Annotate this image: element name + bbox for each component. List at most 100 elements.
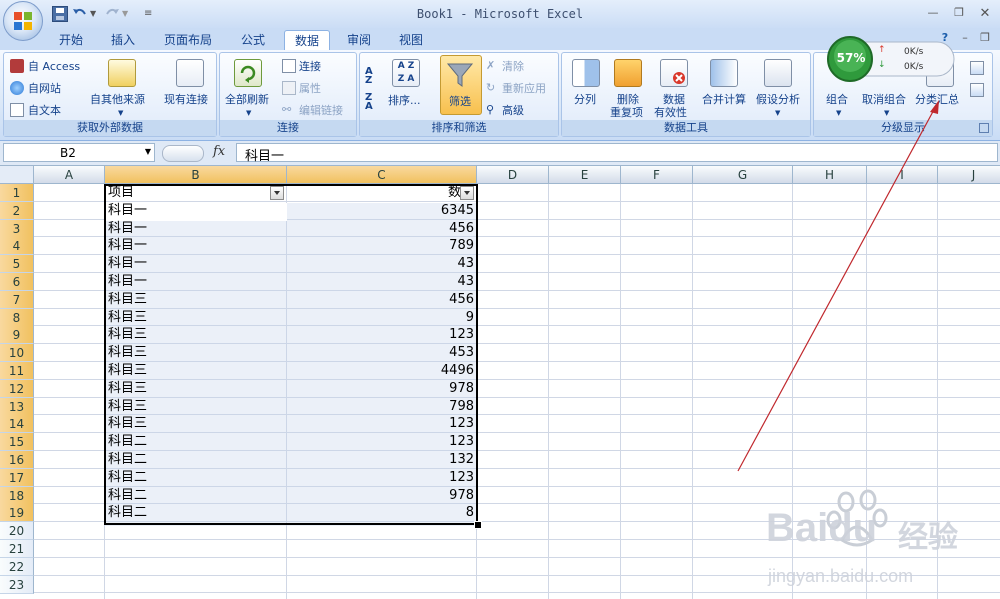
advanced-filter-icon: ⚲ bbox=[486, 103, 495, 116]
name-box[interactable]: B2 ▼ bbox=[3, 143, 155, 162]
column-header-G[interactable]: G bbox=[693, 166, 793, 184]
minimize-icon[interactable]: — bbox=[924, 6, 942, 22]
select-all-corner[interactable] bbox=[0, 166, 34, 184]
column-header-C[interactable]: C bbox=[287, 166, 477, 184]
row-header-1[interactable]: 1 bbox=[0, 184, 34, 202]
column-header-F[interactable]: F bbox=[621, 166, 693, 184]
row-header-14[interactable]: 14 bbox=[0, 415, 34, 434]
from-access-button[interactable]: 自 Access bbox=[28, 60, 80, 74]
advanced-button[interactable]: 高级 bbox=[502, 104, 524, 118]
row-header-8[interactable]: 8 bbox=[0, 308, 34, 327]
group-dropdown-icon[interactable]: ▼ bbox=[836, 106, 841, 120]
column-header-B[interactable]: B bbox=[105, 166, 287, 184]
consolidate-button[interactable]: 合并计算 bbox=[702, 93, 746, 107]
row-header-9[interactable]: 9 bbox=[0, 326, 34, 345]
group-button[interactable]: 组合 bbox=[826, 93, 848, 107]
other-sources-button[interactable]: 自其他来源 bbox=[90, 93, 145, 107]
ungroup-button[interactable]: 取消组合 bbox=[862, 93, 906, 107]
row-header-22[interactable]: 22 bbox=[0, 557, 34, 576]
tab-5[interactable]: 审阅 bbox=[340, 30, 378, 50]
column-header-A[interactable]: A bbox=[34, 166, 105, 184]
what-if-button[interactable]: 假设分析 bbox=[756, 93, 800, 107]
row-header-4[interactable]: 4 bbox=[0, 237, 34, 256]
tab-4[interactable]: 数据 bbox=[284, 30, 330, 50]
restore-icon[interactable]: ❐ bbox=[950, 6, 968, 22]
fill-handle[interactable] bbox=[474, 521, 482, 529]
filter-button[interactable]: 筛选 bbox=[449, 95, 471, 109]
workbook-minimize-icon[interactable]: – bbox=[956, 31, 974, 47]
refresh-dropdown-icon[interactable]: ▼ bbox=[246, 106, 251, 120]
sort-button[interactable]: 排序... bbox=[388, 94, 421, 108]
formula-bar-splitter[interactable] bbox=[162, 145, 204, 162]
refresh-all-button[interactable]: 全部刷新 bbox=[225, 93, 269, 107]
consolidate-icon bbox=[710, 59, 738, 87]
row-header-16[interactable]: 16 bbox=[0, 451, 34, 469]
column-header-J[interactable]: J bbox=[938, 166, 1000, 184]
row-header-13[interactable]: 13 bbox=[0, 397, 34, 416]
text-to-columns-button[interactable]: 分列 bbox=[574, 93, 596, 107]
formula-value: 科目一 bbox=[245, 149, 285, 164]
column-header-E[interactable]: E bbox=[549, 166, 621, 184]
web-icon bbox=[10, 81, 24, 95]
from-web-button[interactable]: 自网站 bbox=[28, 82, 61, 96]
from-text-button[interactable]: 自文本 bbox=[28, 104, 61, 118]
what-if-dropdown-icon[interactable]: ▼ bbox=[775, 106, 780, 120]
row-header-21[interactable]: 21 bbox=[0, 540, 34, 558]
row-header-3[interactable]: 3 bbox=[0, 219, 34, 238]
subtotal-button[interactable]: 分类汇总 bbox=[915, 93, 959, 107]
close-icon[interactable]: ✕ bbox=[976, 6, 994, 22]
ungroup-dropdown-icon[interactable]: ▼ bbox=[884, 106, 889, 120]
clear-filter-icon: ✗ bbox=[486, 59, 496, 72]
row-header-20[interactable]: 20 bbox=[0, 522, 34, 541]
help-icon[interactable]: ? bbox=[936, 31, 954, 47]
row-header-6[interactable]: 6 bbox=[0, 273, 34, 291]
tab-6[interactable]: 视图 bbox=[392, 30, 430, 50]
connections-button[interactable]: 连接 bbox=[299, 60, 321, 74]
group-label-external: 获取外部数据 bbox=[4, 120, 216, 136]
tab-2[interactable]: 页面布局 bbox=[156, 30, 220, 50]
edit-links-button[interactable]: 编辑链接 bbox=[299, 104, 343, 118]
row-header-10[interactable]: 10 bbox=[0, 344, 34, 363]
row-header-12[interactable]: 12 bbox=[0, 379, 34, 398]
other-sources-dropdown-icon[interactable]: ▼ bbox=[118, 106, 123, 120]
name-box-dropdown-icon[interactable]: ▼ bbox=[145, 147, 151, 156]
row-header-2[interactable]: 2 bbox=[0, 201, 34, 220]
office-button[interactable] bbox=[3, 1, 43, 41]
data-validation-button-2[interactable]: 有效性 bbox=[654, 106, 687, 120]
formula-input[interactable]: 科目一 bbox=[236, 143, 998, 164]
watermark-url: jingyan.baidu.com bbox=[768, 566, 914, 586]
row-header-11[interactable]: 11 bbox=[0, 362, 34, 380]
tab-1[interactable]: 插入 bbox=[104, 30, 142, 50]
row-header-5[interactable]: 5 bbox=[0, 255, 34, 274]
row-header-19[interactable]: 19 bbox=[0, 504, 34, 523]
formula-bar: B2 ▼ fx 科目一 bbox=[0, 141, 1000, 166]
column-header-H[interactable]: H bbox=[793, 166, 867, 184]
dialog-launcher-icon[interactable] bbox=[979, 123, 989, 133]
hide-detail-icon[interactable] bbox=[970, 83, 984, 97]
row-header-7[interactable]: 7 bbox=[0, 290, 34, 309]
column-header-I[interactable]: I bbox=[867, 166, 938, 184]
show-detail-icon[interactable] bbox=[970, 61, 984, 75]
reapply-icon: ↻ bbox=[486, 81, 496, 94]
workbook-restore-icon[interactable]: ❐ bbox=[976, 31, 994, 47]
row-header-18[interactable]: 18 bbox=[0, 486, 34, 505]
group-label-sort-filter: 排序和筛选 bbox=[360, 120, 558, 136]
remove-duplicates-button-2[interactable]: 重复项 bbox=[610, 106, 643, 120]
row-header-15[interactable]: 15 bbox=[0, 433, 34, 452]
remove-duplicates-button-1[interactable]: 删除 bbox=[617, 93, 639, 107]
row-header-23[interactable]: 23 bbox=[0, 575, 34, 594]
existing-connections-icon bbox=[176, 59, 204, 87]
insert-function-icon[interactable]: fx bbox=[213, 144, 225, 159]
clear-button[interactable]: 清除 bbox=[502, 60, 524, 74]
existing-connections-button[interactable]: 现有连接 bbox=[164, 93, 208, 107]
tab-3[interactable]: 公式 bbox=[234, 30, 272, 50]
column-header-D[interactable]: D bbox=[477, 166, 549, 184]
sort-descending-icon[interactable]: ZA bbox=[365, 93, 383, 112]
reapply-button[interactable]: 重新应用 bbox=[502, 82, 546, 96]
data-validation-button-1[interactable]: 数据 bbox=[663, 93, 685, 107]
tab-0[interactable]: 开始 bbox=[52, 30, 90, 50]
sort-ascending-icon[interactable]: AZ bbox=[365, 67, 383, 86]
watermark-cn: 经验 bbox=[898, 520, 958, 555]
properties-button[interactable]: 属性 bbox=[299, 82, 321, 96]
row-header-17[interactable]: 17 bbox=[0, 468, 34, 487]
